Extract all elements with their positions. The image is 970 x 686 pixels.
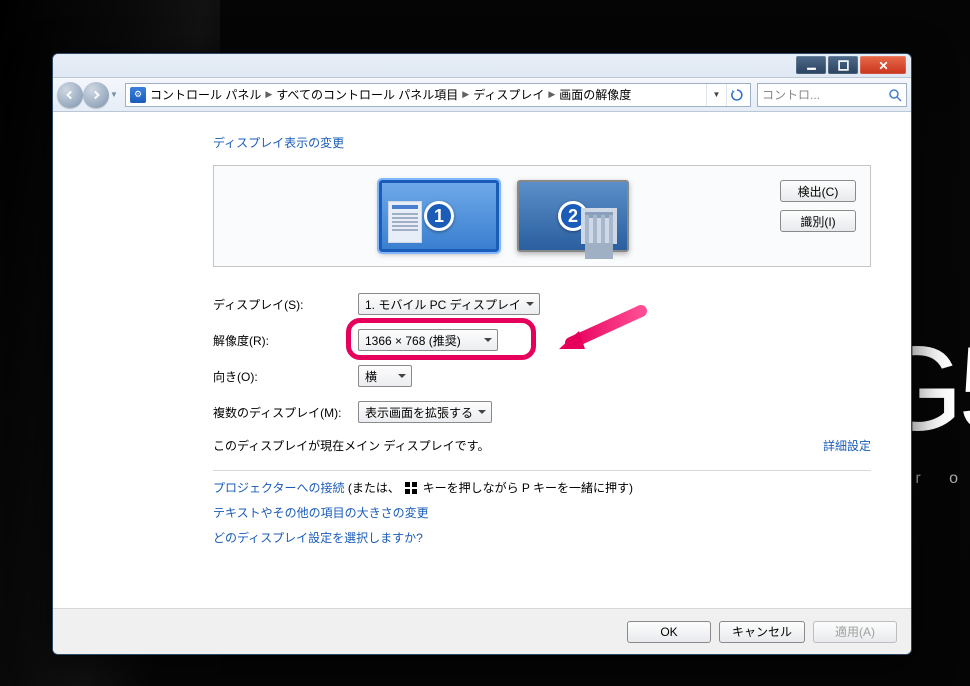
orientation-select[interactable]: 横 bbox=[358, 365, 412, 387]
monitor-preview-icon bbox=[388, 201, 422, 243]
close-icon bbox=[878, 60, 889, 71]
crumb-segment[interactable]: コントロール パネル bbox=[150, 86, 261, 103]
chevron-right-icon[interactable]: ▶ bbox=[548, 89, 555, 100]
advanced-settings-link[interactable]: 詳細設定 bbox=[823, 437, 871, 454]
search-icon bbox=[888, 88, 902, 102]
address-bar[interactable]: ⚙ コントロール パネル ▶ すべてのコントロール パネル項目 ▶ ディスプレイ… bbox=[125, 83, 751, 107]
monitor-arrangement[interactable]: 1 2 検出(C) 識別(I) bbox=[213, 165, 871, 267]
nav-forward-button[interactable] bbox=[83, 82, 109, 108]
detect-button[interactable]: 検出(C) bbox=[780, 180, 856, 202]
crumb-segment[interactable]: すべてのコントロール パネル項目 bbox=[276, 86, 458, 103]
monitor-1[interactable]: 1 bbox=[379, 180, 499, 252]
identify-button[interactable]: 識別(I) bbox=[780, 210, 856, 232]
display-select-value: 1. モバイル PC ディスプレイ bbox=[365, 296, 521, 313]
nav-back-button[interactable] bbox=[57, 82, 83, 108]
control-panel-icon: ⚙ bbox=[130, 87, 146, 103]
display-settings-window: ▼ ⚙ コントロール パネル ▶ すべてのコントロール パネル項目 ▶ ディスプ… bbox=[52, 53, 912, 655]
monitor-number-badge: 1 bbox=[424, 201, 454, 231]
chevron-right-icon[interactable]: ▶ bbox=[265, 89, 272, 100]
text-size-link[interactable]: テキストやその他の項目の大きさの変更 bbox=[213, 506, 429, 520]
multi-display-label: 複数のディスプレイ(M): bbox=[213, 404, 358, 421]
toolbar: ▼ ⚙ コントロール パネル ▶ すべてのコントロール パネル項目 ▶ ディスプ… bbox=[53, 78, 911, 112]
resolution-label: 解像度(R): bbox=[213, 332, 358, 349]
content-area: ディスプレイ表示の変更 1 2 検出(C) 識別(I) ディスプレイ(S): 1 bbox=[53, 112, 911, 608]
refresh-icon bbox=[730, 88, 744, 102]
multi-display-select[interactable]: 表示画面を拡張する bbox=[358, 401, 492, 423]
display-select[interactable]: 1. モバイル PC ディスプレイ bbox=[358, 293, 540, 315]
monitor-preview-icon bbox=[581, 208, 617, 244]
breadcrumb[interactable]: コントロール パネル ▶ すべてのコントロール パネル項目 ▶ ディスプレイ ▶… bbox=[150, 86, 631, 103]
monitor-2[interactable]: 2 bbox=[517, 180, 629, 252]
chevron-right-icon[interactable]: ▶ bbox=[462, 89, 469, 100]
nav-history-dropdown[interactable]: ▼ bbox=[109, 82, 119, 108]
windows-key-icon bbox=[405, 482, 417, 494]
orientation-label: 向き(O): bbox=[213, 368, 358, 385]
search-input[interactable]: コントロ... bbox=[757, 83, 907, 107]
divider bbox=[213, 470, 871, 471]
crumb-segment[interactable]: ディスプレイ bbox=[473, 86, 544, 103]
cancel-button[interactable]: キャンセル bbox=[719, 621, 805, 643]
apply-button[interactable]: 適用(A) bbox=[813, 621, 897, 643]
maximize-button[interactable] bbox=[828, 56, 858, 74]
projector-hint-suffix: キーを押しながら P キーを一緒に押す) bbox=[423, 481, 633, 495]
minimize-button[interactable] bbox=[796, 56, 826, 74]
crumb-segment[interactable]: 画面の解像度 bbox=[559, 86, 631, 103]
arrow-left-icon bbox=[64, 89, 76, 101]
titlebar[interactable] bbox=[53, 54, 911, 78]
dialog-footer: OK キャンセル 適用(A) bbox=[53, 608, 911, 654]
maximize-icon bbox=[838, 60, 849, 71]
multi-display-select-value: 表示画面を拡張する bbox=[365, 404, 473, 421]
minimize-icon bbox=[806, 60, 817, 71]
arrow-right-icon bbox=[90, 89, 102, 101]
search-placeholder: コントロ... bbox=[762, 86, 820, 103]
close-button[interactable] bbox=[860, 56, 906, 74]
refresh-button[interactable] bbox=[726, 84, 746, 106]
address-dropdown-button[interactable]: ▼ bbox=[706, 84, 726, 106]
page-title: ディスプレイ表示の変更 bbox=[213, 134, 871, 151]
resolution-select[interactable]: 1366 × 768 (推奨) bbox=[358, 329, 498, 351]
projector-link[interactable]: プロジェクターへの接続 bbox=[213, 481, 345, 495]
which-settings-link[interactable]: どのディスプレイ設定を選択しますか? bbox=[213, 531, 423, 545]
resolution-select-value: 1366 × 768 (推奨) bbox=[365, 332, 461, 349]
main-display-info: このディスプレイが現在メイン ディスプレイです。 bbox=[213, 437, 489, 454]
display-label: ディスプレイ(S): bbox=[213, 296, 358, 313]
projector-hint-prefix: (または、 bbox=[348, 481, 400, 495]
ok-button[interactable]: OK bbox=[627, 621, 711, 643]
orientation-select-value: 横 bbox=[365, 368, 377, 385]
